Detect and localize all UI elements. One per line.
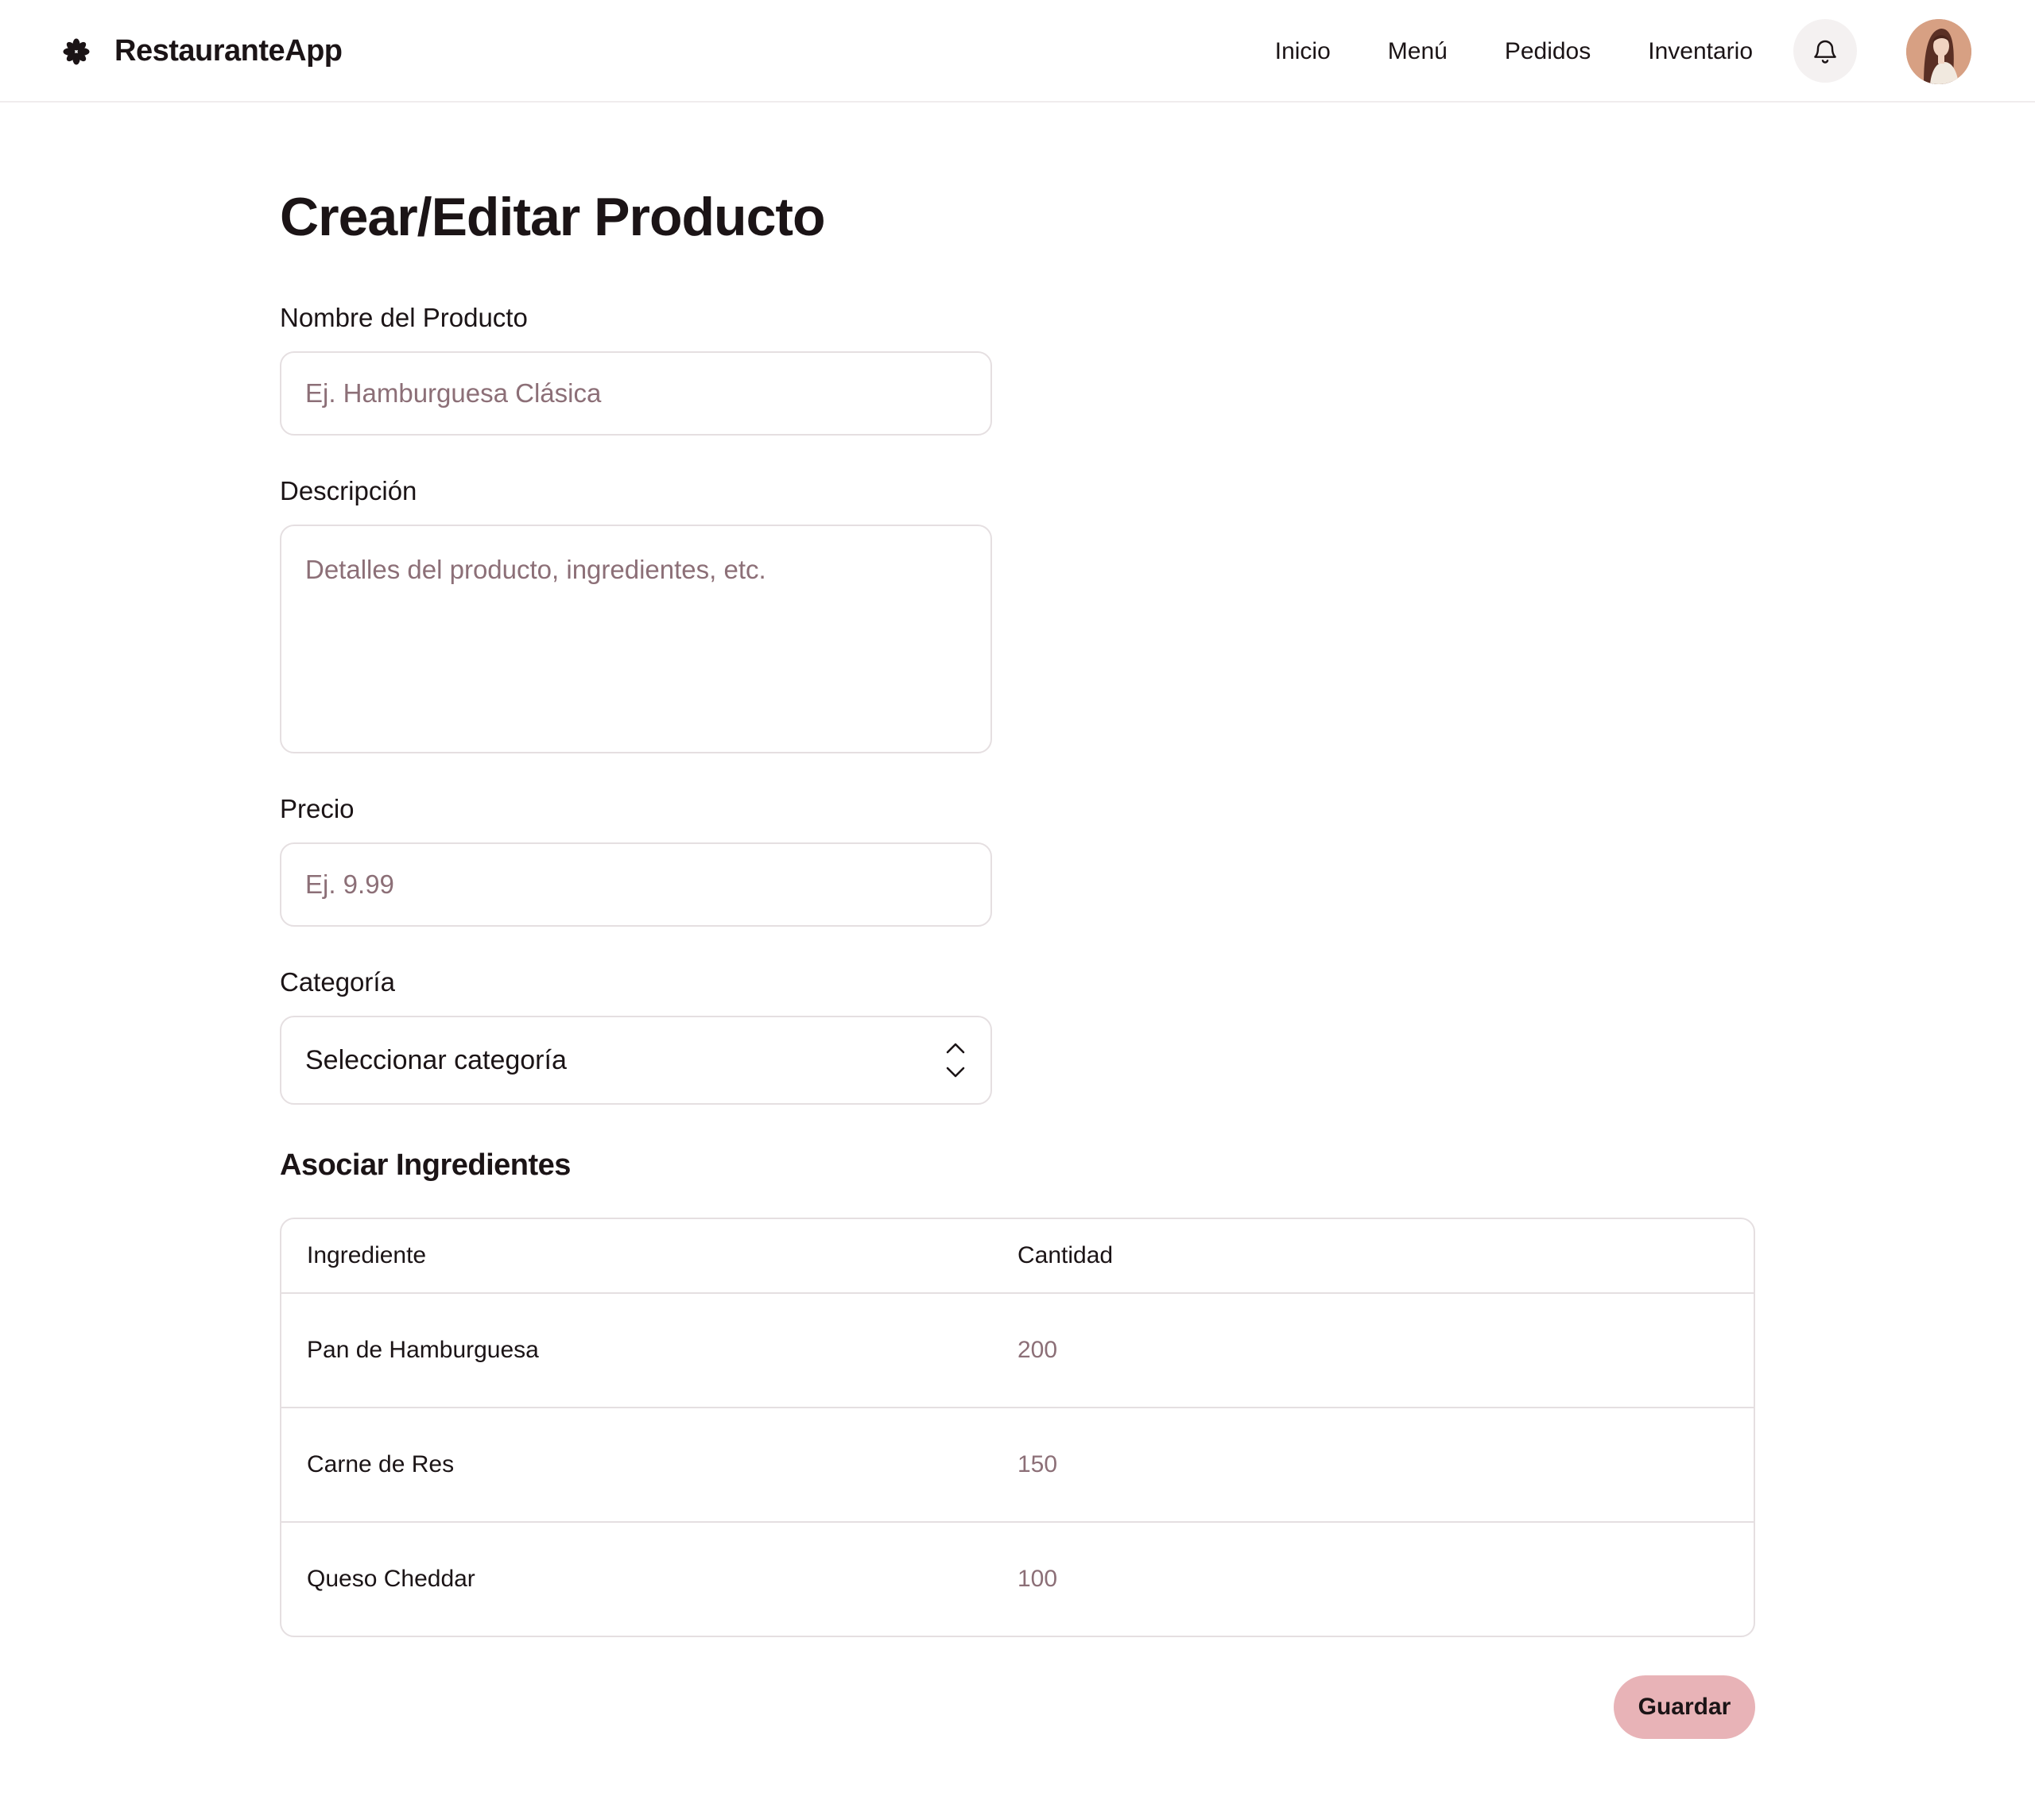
table-row[interactable]: Pan de Hamburguesa 200 [281,1292,1754,1407]
category-label: Categoría [280,967,395,997]
category-select[interactable]: Seleccionar categoría [280,1016,992,1105]
ingredient-name: Pan de Hamburguesa [307,1337,539,1363]
product-name-label: Nombre del Producto [280,303,528,332]
price-label: Precio [280,794,355,823]
main-nav: Inicio Menú Pedidos Inventario [1275,0,1753,103]
column-header-ingredient: Ingrediente [307,1242,427,1268]
nav-link-inicio[interactable]: Inicio [1275,38,1331,65]
nav-link-inventario[interactable]: Inventario [1648,38,1753,65]
user-avatar[interactable] [1906,19,1971,84]
brand[interactable]: RestauranteApp [62,0,343,103]
category-selected-value: Seleccionar categoría [305,1044,567,1075]
table-row[interactable]: Queso Cheddar 100 [281,1521,1754,1636]
product-name-input[interactable] [280,351,992,436]
ingredient-name: Queso Cheddar [307,1566,475,1592]
description-textarea[interactable] [280,525,992,753]
bell-icon [1814,40,1836,64]
page-title: Crear/Editar Producto [280,187,826,247]
save-button[interactable]: Guardar [1614,1675,1755,1739]
ingredients-section-title: Asociar Ingredientes [280,1148,571,1182]
nav-link-menu[interactable]: Menú [1388,38,1448,65]
price-input[interactable] [280,842,992,927]
description-label: Descripción [280,476,417,505]
chevron-up-down-icon [946,1043,965,1078]
asterisk-flower-icon [63,38,90,64]
ingredient-quantity[interactable]: 200 [1018,1337,1754,1364]
ingredient-name: Carne de Res [307,1451,455,1477]
ingredient-quantity[interactable]: 100 [1018,1566,1754,1593]
column-header-quantity: Cantidad [1018,1242,1114,1268]
nav-link-pedidos[interactable]: Pedidos [1505,38,1591,65]
avatar-image [1906,19,1971,84]
brand-name: RestauranteApp [114,34,343,68]
table-row[interactable]: Carne de Res 150 [281,1407,1754,1521]
notifications-button[interactable] [1793,19,1857,83]
table-header: Ingrediente Cantidad [281,1219,1754,1292]
ingredient-quantity[interactable]: 150 [1018,1451,1754,1478]
top-navigation-bar: RestauranteApp Inicio Menú Pedidos Inven… [0,0,2035,103]
ingredients-table: Ingrediente Cantidad Pan de Hamburguesa … [280,1218,1755,1637]
